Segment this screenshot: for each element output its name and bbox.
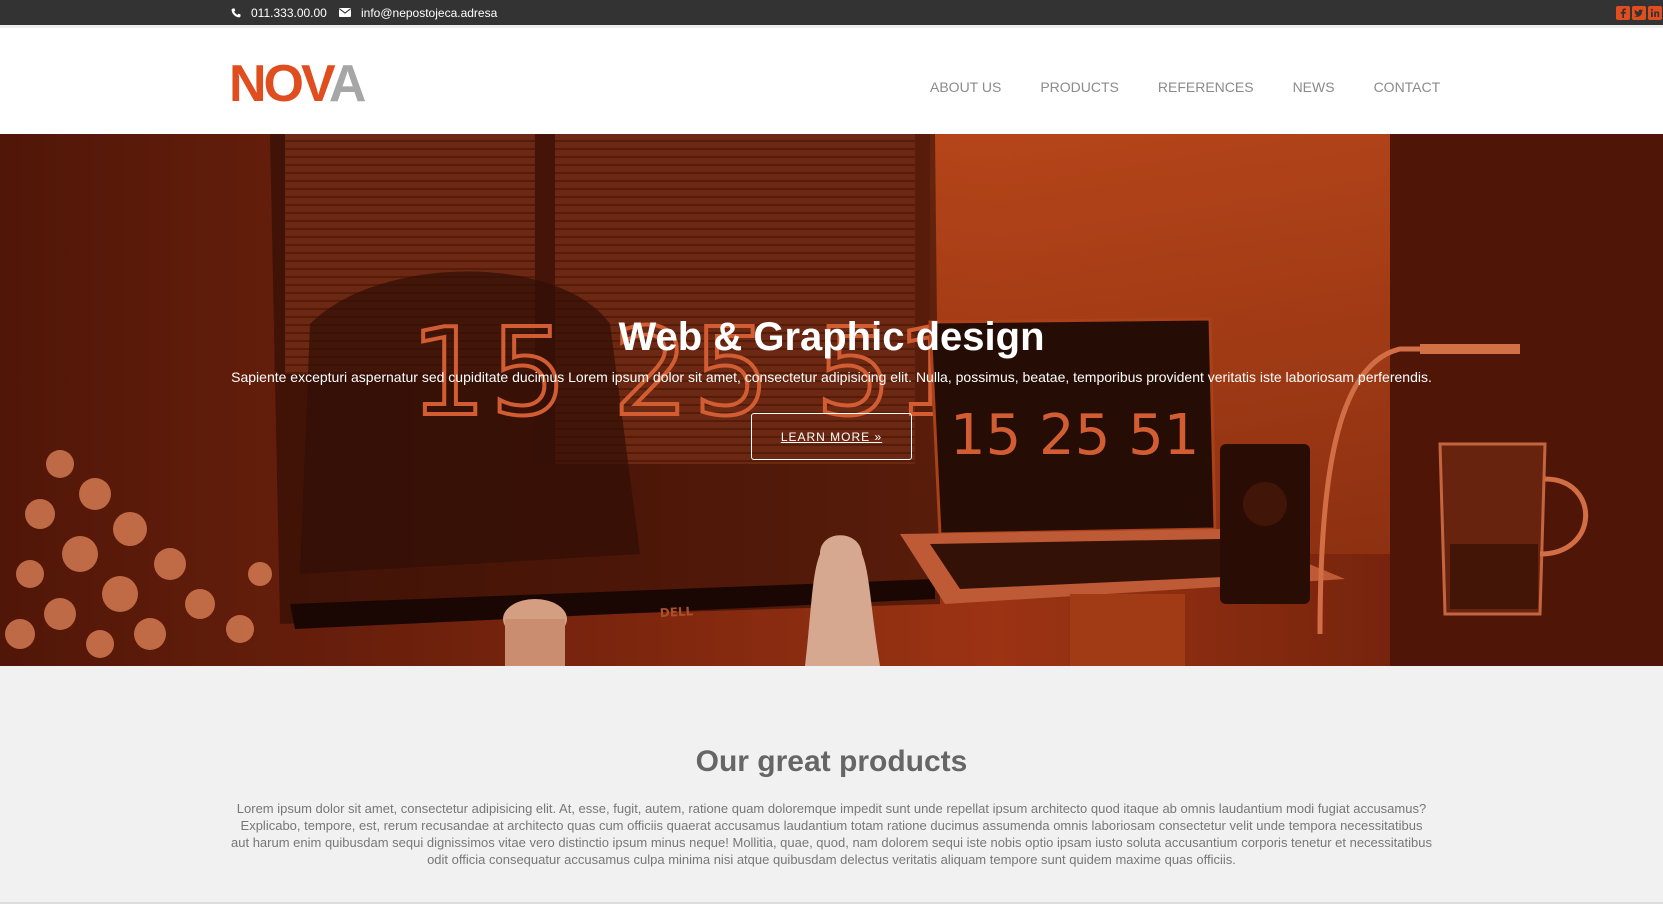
phone-contact[interactable]: 011.333.00.00 [231, 0, 327, 25]
nav-contact[interactable]: CONTACT [1374, 79, 1441, 95]
hero-subtitle: Sapiente excepturi aspernatur sed cupidi… [231, 369, 1432, 385]
email-contact[interactable]: info@nepostojeca.adresa [339, 0, 497, 25]
nav-news[interactable]: NEWS [1293, 79, 1335, 95]
products-title: Our great products [695, 745, 968, 778]
learn-more-button[interactable]: LEARN MORE » [751, 413, 912, 460]
facebook-icon[interactable] [1616, 6, 1630, 20]
top-contact-bar-inner: 011.333.00.00 info@nepostojeca.adresa [231, 0, 1663, 25]
logo-text-secondary: A [328, 55, 367, 113]
top-contact-bar: 011.333.00.00 info@nepostojeca.adresa [0, 0, 1663, 25]
linkedin-icon[interactable] [1648, 6, 1662, 20]
phone-icon [231, 8, 241, 17]
phone-number: 011.333.00.00 [251, 5, 327, 20]
nav-references[interactable]: REFERENCES [1158, 79, 1254, 95]
email-address: info@nepostojeca.adresa [361, 5, 498, 20]
hero-banner: 15 25 51 15 25 51 DELL Web & Graphic des… [0, 134, 1663, 666]
products-section: Our great products Lorem ipsum dolor sit… [0, 666, 1663, 904]
main-nav: ABOUT US PRODUCTS REFERENCES NEWS CONTAC… [930, 79, 1440, 95]
nova-logo[interactable]: NOVA [229, 55, 367, 113]
logo-text-primary: NOV [229, 55, 332, 113]
social-links [1616, 6, 1662, 20]
twitter-icon[interactable] [1632, 6, 1646, 20]
hero-background-image: 15 25 51 15 25 51 DELL [0, 134, 1663, 666]
nav-about-us[interactable]: ABOUT US [930, 79, 1001, 95]
site-header: NOVA ABOUT US PRODUCTS REFERENCES NEWS C… [0, 25, 1663, 134]
nav-products[interactable]: PRODUCTS [1040, 79, 1119, 95]
envelope-icon [339, 8, 351, 17]
hero-title: Web & Graphic design [618, 315, 1045, 359]
products-description: Lorem ipsum dolor sit amet, consectetur … [231, 801, 1432, 867]
